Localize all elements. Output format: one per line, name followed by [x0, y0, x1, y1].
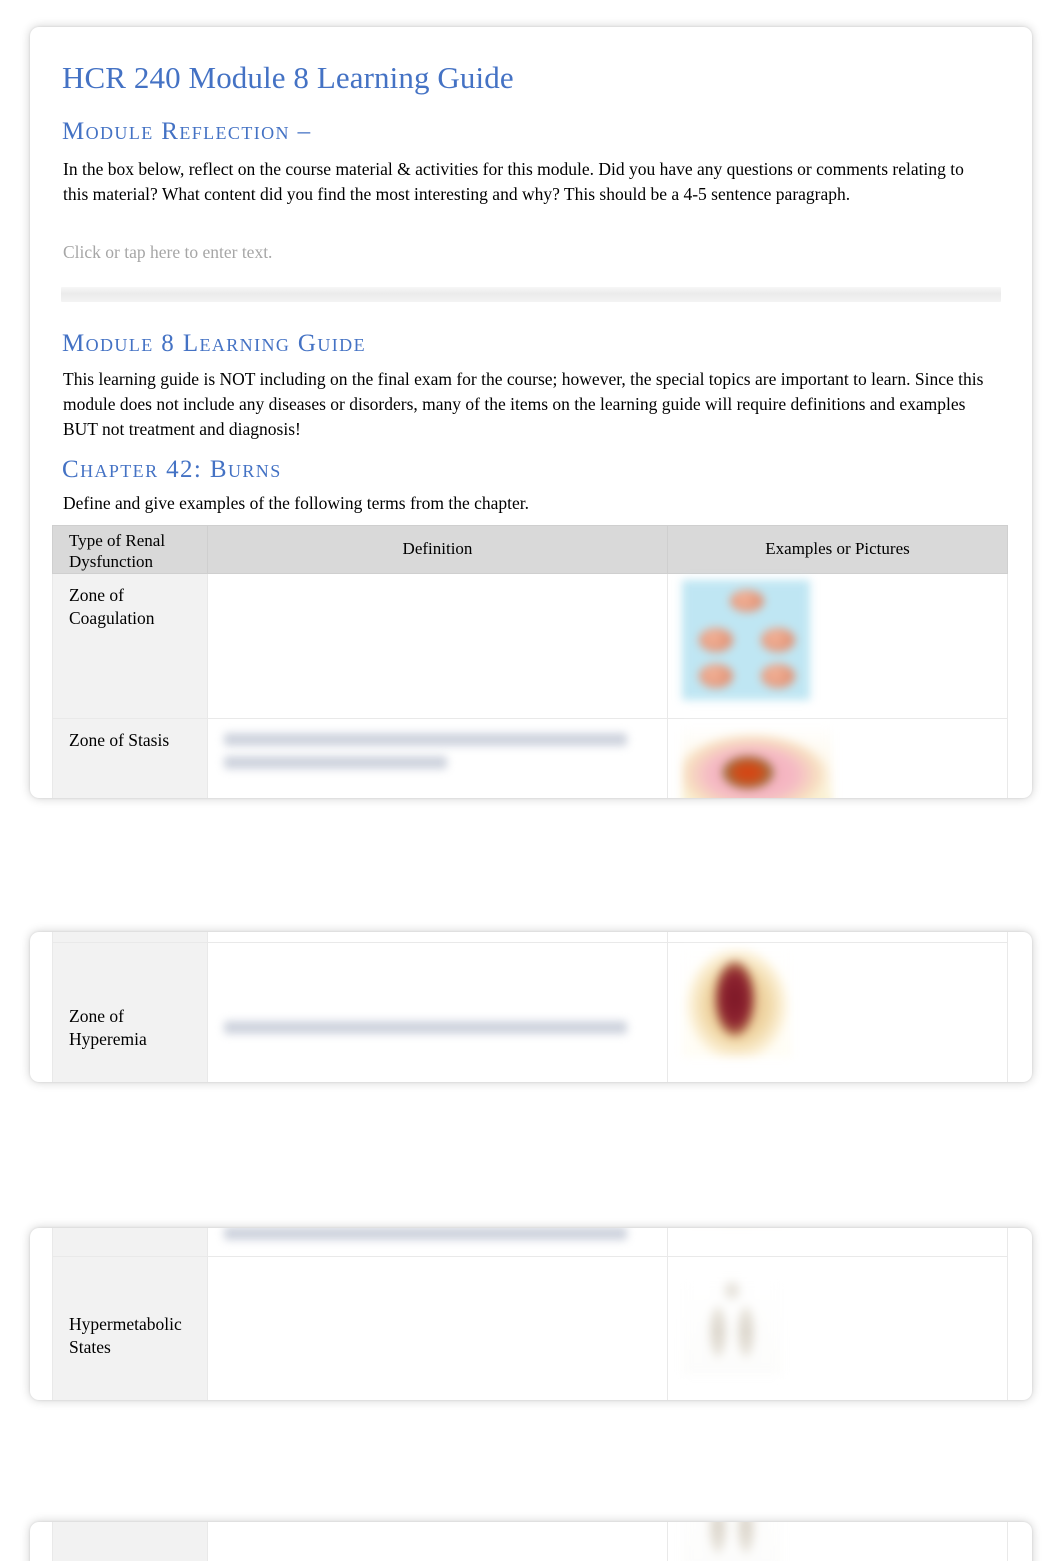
example-cell-zone-of-stasis[interactable]: [667, 717, 1008, 798]
column-header-type: Type of Renal Dysfunction: [52, 525, 208, 574]
burns-terms-table-continued-3[interactable]: [52, 1522, 1008, 1561]
page-title: HCR 240 Module 8 Learning Guide: [62, 60, 514, 95]
burns-terms-table-continued-2[interactable]: Hypermetabolic States: [52, 1228, 1008, 1400]
module-8-guide-note: This learning guide is NOT including on …: [63, 369, 984, 440]
table-row[interactable]: [52, 1228, 1008, 1257]
definition-cell-zone-of-stasis[interactable]: [207, 717, 668, 798]
row-label-hypermetabolic-states: Hypermetabolic States: [52, 1256, 208, 1400]
definition-cell-hypermetabolic-states[interactable]: [207, 1256, 668, 1400]
table-row[interactable]: Zone of Hyperemia: [52, 942, 1008, 1082]
heading-chapter-42-burns: Chapter 42: Burns: [62, 456, 282, 483]
document-page-4[interactable]: [30, 1522, 1032, 1561]
document-page-3[interactable]: Hypermetabolic States: [30, 1228, 1032, 1400]
body-anatomy-image: [682, 1522, 782, 1561]
section-divider: [61, 287, 1001, 302]
document-page-1[interactable]: HCR 240 Module 8 Learning Guide Module R…: [30, 27, 1032, 798]
document-viewer[interactable]: HCR 240 Module 8 Learning Guide Module R…: [0, 0, 1062, 1561]
cells-diagram-image: [682, 579, 810, 700]
heading-module-reflection: Module Reflection –: [62, 118, 312, 145]
column-header-examples: Examples or Pictures: [667, 525, 1008, 574]
definition-cell-hypermetabolic-states-continued[interactable]: [207, 1522, 668, 1561]
definition-cell-zone-of-hyperemia-continued[interactable]: [207, 1228, 668, 1257]
chapter-42-instructions: Define and give examples of the followin…: [63, 493, 530, 513]
redacted-text-line: [224, 755, 448, 769]
table-row[interactable]: [52, 1522, 1008, 1561]
heading-module-8-learning-guide: Module 8 Learning Guide: [62, 330, 366, 357]
row-label-zone-of-coagulation: Zone of Coagulation: [52, 572, 208, 719]
table-header-row: Type of Renal Dysfunction Definition Exa…: [52, 525, 1008, 574]
row-label-zone-of-hyperemia: Zone of Hyperemia: [52, 942, 208, 1082]
definition-cell-zone-of-coagulation[interactable]: [207, 572, 668, 719]
table-row[interactable]: Zone of Coagulation: [52, 572, 1008, 719]
redacted-text-line: [224, 1021, 628, 1034]
row-label-zone-of-stasis: Zone of Stasis: [52, 717, 208, 798]
table-row[interactable]: [52, 932, 1008, 943]
example-cell-zone-of-hyperemia[interactable]: [667, 942, 1008, 1082]
definition-cell-zone-of-stasis-continued[interactable]: [207, 932, 668, 943]
example-cell-zone-of-hyperemia-continued[interactable]: [667, 1228, 1008, 1257]
body-anatomy-image: [682, 1279, 782, 1375]
row-label-zone-of-stasis-continued: [52, 932, 208, 943]
example-cell-hypermetabolic-states-continued[interactable]: [667, 1522, 1008, 1561]
table-row[interactable]: Hypermetabolic States: [52, 1256, 1008, 1400]
example-cell-hypermetabolic-states[interactable]: [667, 1256, 1008, 1400]
reflection-text-input-placeholder[interactable]: Click or tap here to enter text.: [63, 242, 272, 263]
burns-terms-table[interactable]: Type of Renal Dysfunction Definition Exa…: [52, 525, 1008, 798]
definition-cell-zone-of-hyperemia[interactable]: [207, 942, 668, 1082]
row-label-hypermetabolic-states-continued: [52, 1522, 208, 1561]
redacted-text-line: [224, 1228, 628, 1240]
redacted-text-line: [224, 732, 628, 746]
module-reflection-instructions: In the box below, reflect on the course …: [63, 159, 964, 205]
burns-terms-table-continued-1[interactable]: Zone of Hyperemia: [52, 932, 1008, 1082]
example-cell-zone-of-stasis-continued[interactable]: [667, 932, 1008, 943]
example-cell-zone-of-coagulation[interactable]: [667, 572, 1008, 719]
column-header-definition: Definition: [207, 525, 668, 574]
burn-pink-image: [682, 724, 832, 798]
burn-dark-image: [682, 949, 792, 1057]
table-row[interactable]: Zone of Stasis: [52, 717, 1008, 798]
document-page-2[interactable]: Zone of Hyperemia: [30, 932, 1032, 1082]
row-label-zone-of-hyperemia-continued: [52, 1228, 208, 1257]
